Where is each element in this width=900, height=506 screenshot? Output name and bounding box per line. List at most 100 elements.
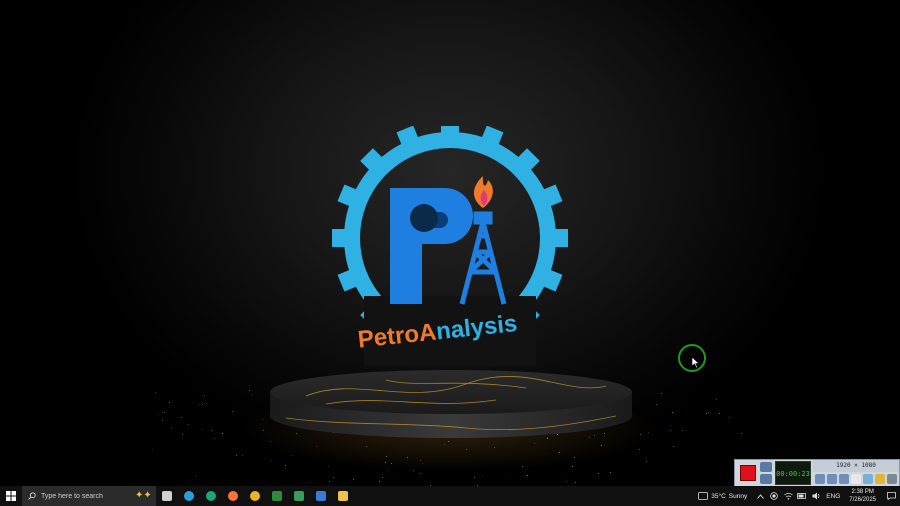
sparkle — [211, 429, 213, 431]
search-icon — [28, 492, 36, 500]
clock-date: 7/26/2025 — [849, 497, 876, 503]
sparkle — [526, 475, 528, 477]
excel-file-icon — [272, 491, 282, 501]
sparkle — [671, 412, 673, 414]
search-input[interactable] — [41, 492, 131, 500]
sparkle — [231, 411, 233, 413]
sparkle — [248, 390, 250, 392]
taskbar-app-vpn-app[interactable] — [310, 486, 332, 506]
microphone-icon[interactable] — [827, 474, 837, 484]
record-indicator-icon[interactable] — [769, 491, 779, 501]
sparkle — [169, 402, 171, 404]
taskbar-app-file-explorer[interactable] — [332, 486, 354, 506]
network-icon[interactable] — [783, 491, 793, 501]
sparkle — [600, 444, 602, 446]
taskbar-app-firefox[interactable] — [222, 486, 244, 506]
sparkle — [284, 464, 286, 466]
clock-time: 2:38 PM — [851, 489, 874, 495]
volume-icon[interactable] — [811, 491, 821, 501]
gear-icon[interactable] — [887, 474, 897, 484]
taskbar-app-telegram[interactable] — [178, 486, 200, 506]
sparkle — [158, 413, 160, 415]
notification-icon[interactable] — [882, 486, 900, 506]
pause-icon[interactable] — [760, 474, 772, 484]
sparkle — [315, 446, 317, 448]
sparkle — [154, 391, 156, 393]
sparkle — [181, 416, 183, 418]
taskbar-app-edge[interactable] — [200, 486, 222, 506]
speaker-icon[interactable] — [815, 474, 825, 484]
clock[interactable]: 2:38 PM 7/26/2025 — [849, 488, 876, 504]
sparkle — [715, 398, 717, 400]
edge-icon — [206, 491, 216, 501]
sparkle — [597, 473, 599, 475]
sparkle — [152, 449, 154, 451]
sparkle — [741, 432, 743, 434]
sparkle — [660, 392, 662, 394]
taskbar-search[interactable]: ✦✦ — [22, 486, 156, 506]
record-stop-button[interactable] — [740, 465, 756, 481]
sparkle — [199, 403, 201, 405]
chevron-up-icon[interactable] — [755, 491, 765, 501]
image-viewer-icon — [294, 491, 304, 501]
sparkle — [291, 454, 293, 456]
sparkle — [422, 462, 424, 464]
weather-condition[interactable]: Sunny — [729, 493, 747, 500]
folder-icon[interactable] — [875, 474, 885, 484]
sparkle — [222, 432, 224, 434]
recorder-display: 00:00:23 — [775, 461, 811, 485]
sparkle — [352, 479, 354, 481]
sparkle — [214, 437, 216, 439]
pen-icon[interactable] — [863, 474, 873, 484]
sparkle — [420, 459, 422, 461]
firefox-icon — [228, 491, 238, 501]
sparkle — [384, 462, 386, 464]
camera-icon[interactable] — [760, 462, 772, 472]
taskbar-app-image-viewer[interactable] — [288, 486, 310, 506]
sparkle — [728, 416, 730, 418]
petroanalysis-logo: PetroAnalysis — [332, 126, 568, 366]
screen-recorder-widget: 00:00:23 1920 × 1080 — [734, 459, 900, 487]
sparkle — [163, 411, 165, 413]
sparkle — [575, 482, 577, 484]
weather-icon[interactable] — [697, 491, 709, 501]
sparkle — [329, 481, 331, 483]
sparkle — [419, 472, 421, 474]
sparkle — [333, 477, 335, 479]
recorder-panel: 1920 × 1080 — [813, 460, 899, 486]
sparkle — [571, 465, 573, 467]
sparkle — [645, 461, 647, 463]
webcam-icon[interactable] — [839, 474, 849, 484]
sparkle — [534, 443, 536, 445]
sparkle — [206, 402, 208, 404]
vpn-app-icon — [316, 491, 326, 501]
cursor-icon[interactable] — [851, 474, 861, 484]
battery-icon[interactable] — [797, 491, 807, 501]
sparkle — [391, 462, 393, 464]
sparkle — [161, 419, 163, 421]
sparkle — [705, 412, 707, 414]
sparkle — [202, 403, 204, 405]
sparkle — [263, 430, 265, 432]
sparkle — [521, 465, 523, 467]
sparkle — [726, 473, 728, 475]
sparkle — [171, 427, 173, 429]
language-indicator[interactable]: ENG — [826, 493, 840, 500]
taskbar: ✦✦ 35°C Sunny ENG 2:38 PM 7/26/2025 — [0, 486, 900, 506]
gear-tooth — [552, 229, 568, 247]
weather-temp[interactable]: 35°C — [711, 493, 726, 500]
chrome-icon — [250, 491, 260, 501]
sparkle — [270, 459, 272, 461]
sparkle — [204, 394, 206, 396]
taskbar-app-excel-file[interactable] — [266, 486, 288, 506]
taskbar-app-chrome[interactable] — [244, 486, 266, 506]
taskbar-apps — [156, 486, 354, 506]
sparkle — [482, 476, 483, 478]
taskbar-app-task-view[interactable] — [156, 486, 178, 506]
sparkle — [310, 481, 312, 483]
pedestal — [270, 370, 632, 438]
sparkle — [681, 429, 683, 431]
desktop: PetroAnalysis — [0, 0, 900, 486]
start-button[interactable] — [0, 486, 22, 506]
task-view-icon — [162, 491, 172, 501]
